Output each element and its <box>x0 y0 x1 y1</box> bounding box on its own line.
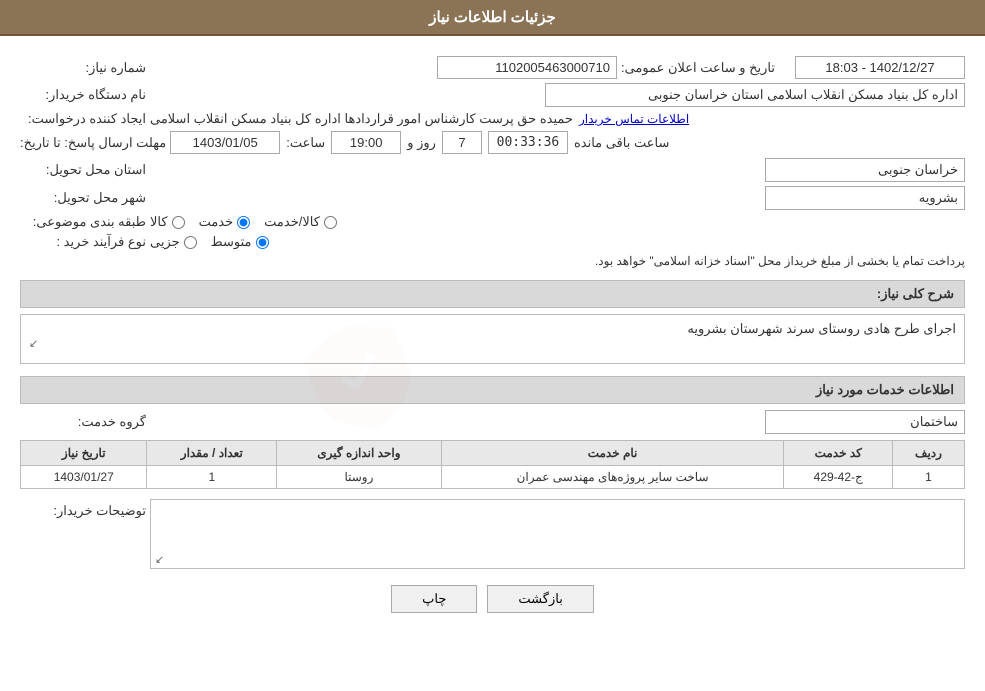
process-jozvi[interactable]: جزیی <box>150 234 197 250</box>
cell-name: ساخت سایر پروژه‌های مهندسی عمران <box>441 466 784 489</box>
deadline-date: 1403/01/05 <box>170 131 280 154</box>
col-code: کد خدمت <box>784 441 893 466</box>
process-mottaset[interactable]: متوسط <box>211 234 269 250</box>
category-khadamat[interactable]: خدمت <box>199 214 251 230</box>
announcement-value: 1402/12/27 - 18:03 <box>795 56 965 79</box>
process-mottaset-label: متوسط <box>211 234 252 250</box>
deadline-time: 19:00 <box>331 131 401 154</box>
services-section-title: اطلاعات خدمات مورد نیاز <box>20 376 965 404</box>
city-label: شهر محل تحویل: <box>20 190 150 206</box>
deadline-time-label: ساعت: <box>286 135 325 151</box>
remaining-time: 00:33:36 <box>488 131 568 154</box>
print-button[interactable]: چاپ <box>391 585 477 613</box>
need-desc-section-title: شرح کلی نیاز: <box>20 280 965 308</box>
process-jozvi-radio[interactable] <box>184 236 197 249</box>
category-kala-khadamat-radio[interactable] <box>324 216 337 229</box>
col-date: تاریخ نیاز <box>21 441 147 466</box>
category-khadamat-radio[interactable] <box>237 216 250 229</box>
cell-row: 1 <box>892 466 964 489</box>
remaining-label: ساعت باقی مانده <box>574 135 669 151</box>
need-number-value: 1102005463000710 <box>437 56 617 79</box>
creator-value: حمیده حق پرست کارشناس امور قراردادها ادا… <box>150 111 573 127</box>
deadline-label: مهلت ارسال پاسخ: تا تاریخ: <box>20 135 170 151</box>
buyer-desc-label: توضیحات خریدار: <box>20 499 150 519</box>
table-row: 1 ج-42-429 ساخت سایر پروژه‌های مهندسی عم… <box>21 466 965 489</box>
col-qty: تعداد / مقدار <box>147 441 277 466</box>
service-group-label: گروه خدمت: <box>20 414 150 430</box>
category-kala-khadamat[interactable]: کالا/خدمت <box>264 214 337 230</box>
province-value: خراسان جنوبی <box>765 158 965 182</box>
category-kala[interactable]: کالا <box>150 214 185 230</box>
back-button[interactable]: بازگشت <box>487 585 593 613</box>
process-label: نوع فرآیند خرید : <box>20 234 150 250</box>
process-jozvi-label: جزیی <box>150 234 180 250</box>
buyer-org-label: نام دستگاه خریدار: <box>20 87 150 103</box>
buyer-org-value: اداره کل بنیاد مسکن انقلاب اسلامی استان … <box>545 83 965 107</box>
process-mottaset-radio[interactable] <box>256 236 269 249</box>
category-kala-label: کالا <box>150 214 168 230</box>
creator-label: ایجاد کننده درخواست: <box>20 111 150 127</box>
services-table: ردیف کد خدمت نام خدمت واحد اندازه گیری ت… <box>20 440 965 489</box>
need-desc-value: اجرای طرح هادی روستای سرند شهرستان بشروی… <box>687 321 956 336</box>
announcement-label: تاریخ و ساعت اعلان عمومی: <box>621 60 775 76</box>
city-value: بشرویه <box>765 186 965 210</box>
service-group-value: ساختمان <box>765 410 965 434</box>
col-unit: واحد اندازه گیری <box>277 441 441 466</box>
col-row: ردیف <box>892 441 964 466</box>
category-khadamat-label: خدمت <box>199 214 234 230</box>
cell-qty: 1 <box>147 466 277 489</box>
process-description: پرداخت تمام یا بخشی از مبلغ خریداز محل "… <box>150 254 965 268</box>
need-number-label: شماره نیاز: <box>20 60 150 76</box>
category-label: طبقه بندی موضوعی: <box>20 214 150 230</box>
col-name: نام خدمت <box>441 441 784 466</box>
cell-code: ج-42-429 <box>784 466 893 489</box>
page-title: جزئیات اطلاعات نیاز <box>0 0 985 36</box>
deadline-days-label: روز و <box>407 135 436 151</box>
cell-unit: روستا <box>277 466 441 489</box>
cell-date: 1403/01/27 <box>21 466 147 489</box>
province-label: استان محل تحویل: <box>20 162 150 178</box>
category-kala-radio[interactable] <box>172 216 185 229</box>
category-kala-khadamat-label: کالا/خدمت <box>264 214 320 230</box>
creator-contact-link[interactable]: اطلاعات تماس خریدار <box>579 112 689 126</box>
deadline-days: 7 <box>442 131 482 154</box>
